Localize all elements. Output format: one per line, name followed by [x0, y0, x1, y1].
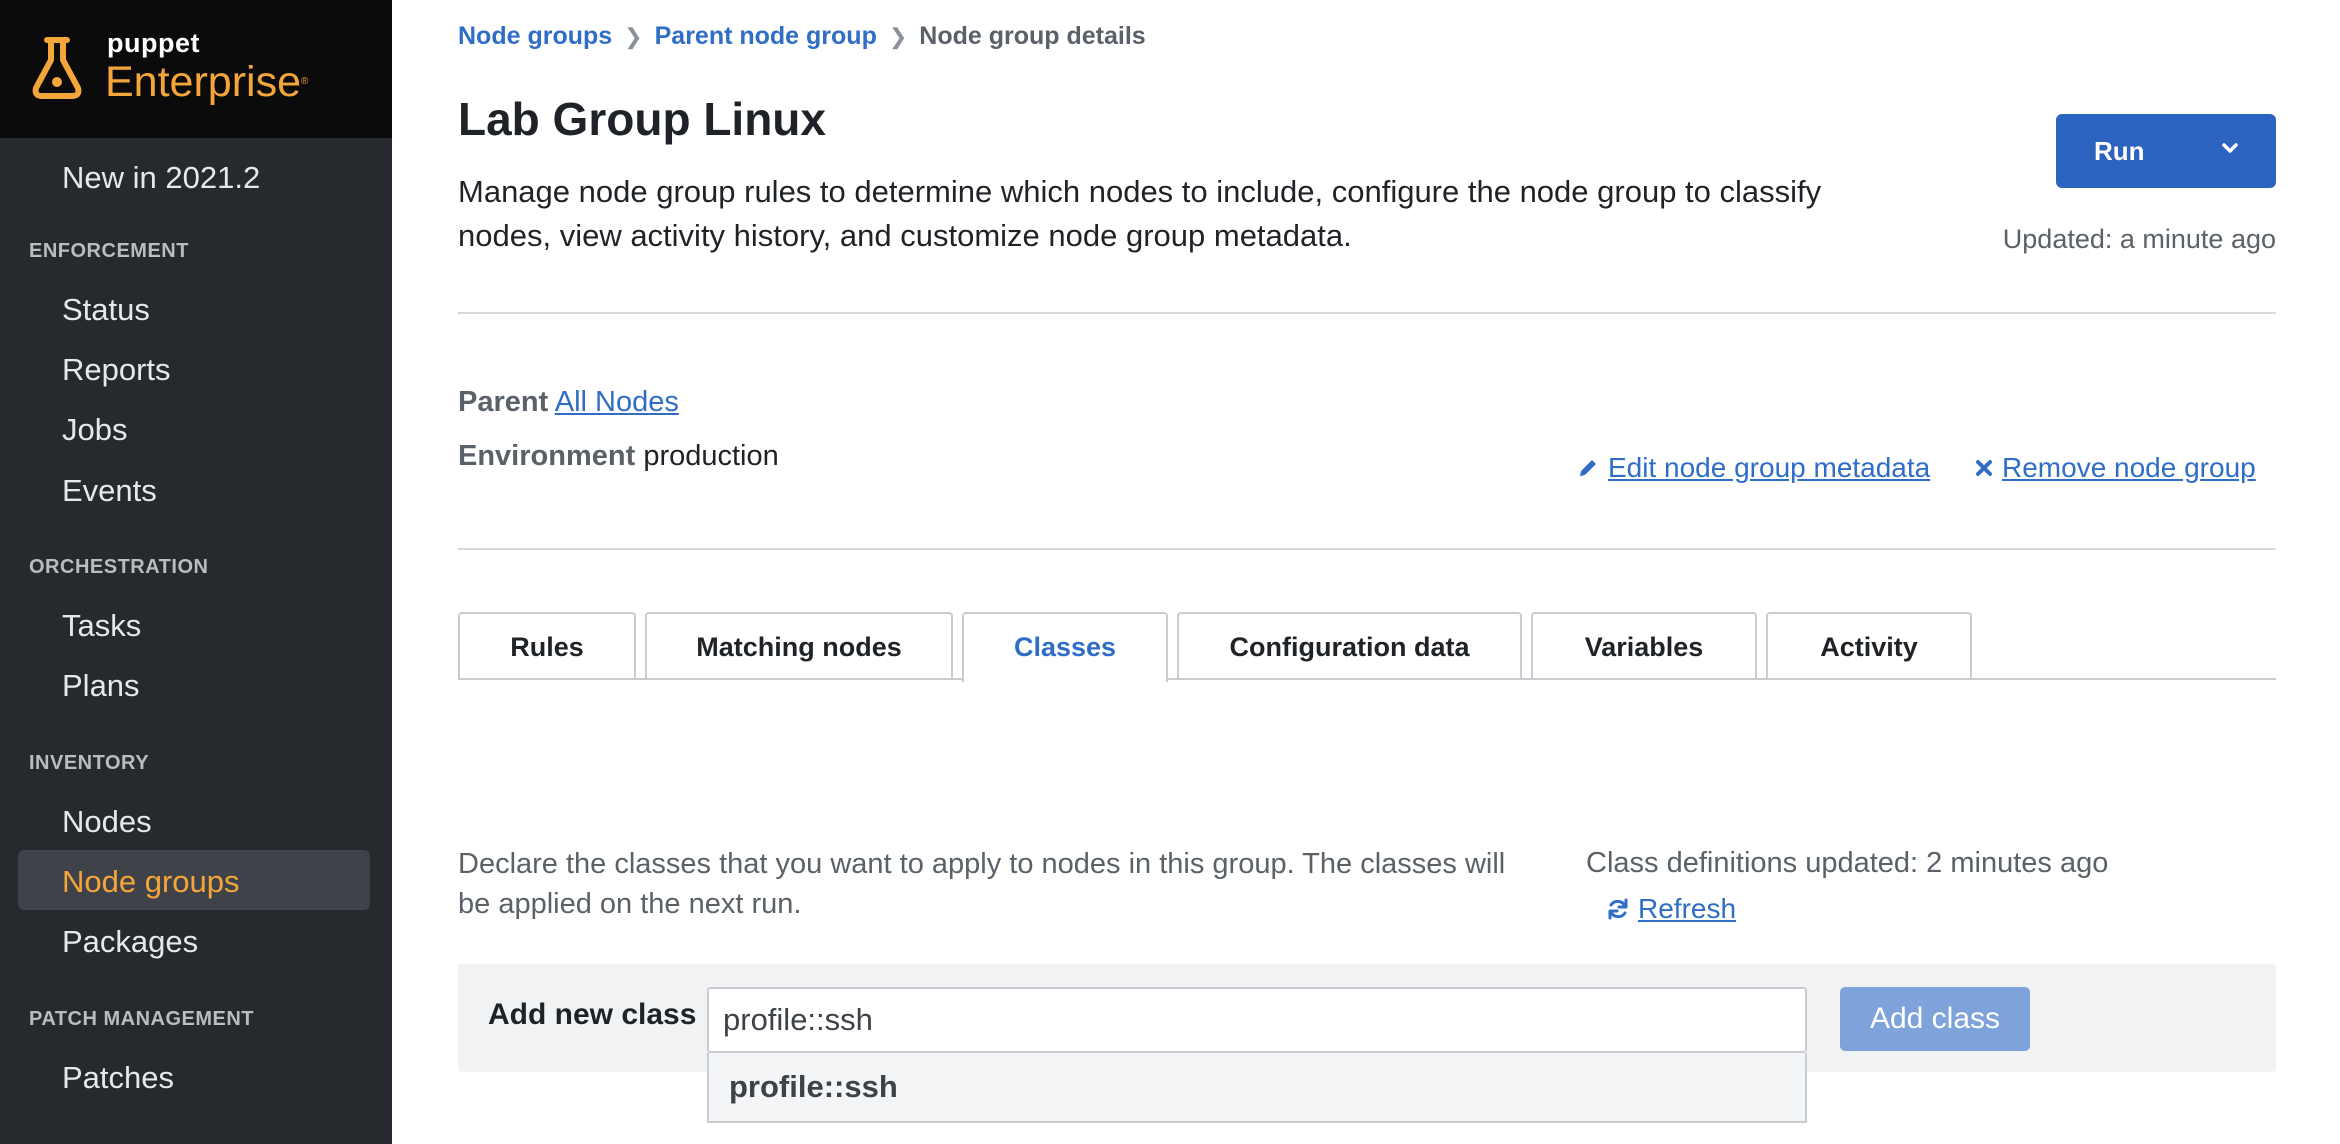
logo-wordmark-large: Enterprise®	[105, 58, 309, 106]
updated-timestamp: Updated: a minute ago	[2002, 224, 2276, 254]
nav-section-enforcement: ENFORCEMENT	[29, 240, 189, 262]
parent-link[interactable]: All Nodes	[555, 386, 679, 418]
nav-item-jobs[interactable]: Jobs	[62, 412, 127, 448]
add-class-label: Add new class	[488, 998, 697, 1031]
nav-item-node-groups[interactable]: Node groups	[62, 864, 240, 900]
nav-item-plans[interactable]: Plans	[62, 668, 140, 704]
chevron-right-icon: ❯	[624, 24, 643, 49]
tab-variables[interactable]: Variables	[1531, 612, 1757, 678]
breadcrumb-current: Node group details	[919, 22, 1146, 50]
refresh-label: Refresh	[1638, 893, 1737, 924]
nav-item-tasks[interactable]: Tasks	[62, 608, 141, 644]
remove-node-group-link[interactable]: Remove node group	[1974, 452, 2256, 484]
sidebar: puppet Enterprise® New in 2021.2 ENFORCE…	[0, 0, 392, 1144]
add-class-button[interactable]: Add class	[1840, 987, 2030, 1051]
refresh-icon	[1608, 898, 1628, 920]
refresh-link[interactable]: Refresh	[1606, 893, 1736, 925]
nav-section-orchestration: ORCHESTRATION	[29, 556, 209, 578]
run-button[interactable]: Run	[2056, 114, 2276, 188]
class-name-input[interactable]	[707, 987, 1807, 1053]
divider	[458, 312, 2276, 314]
nav-new-in-release[interactable]: New in 2021.2	[62, 160, 260, 196]
nav-item-nodes[interactable]: Nodes	[62, 804, 152, 840]
tab-matching-nodes[interactable]: Matching nodes	[645, 612, 953, 678]
breadcrumb: Node groups ❯ Parent node group ❯ Node group…	[458, 22, 1146, 51]
edit-metadata-label: Edit node group metadata	[1608, 452, 1931, 483]
breadcrumb-parent-node-group[interactable]: Parent node group	[655, 22, 877, 50]
chevron-right-icon: ❯	[888, 24, 908, 49]
parent-label: Parent	[458, 386, 549, 418]
pencil-icon	[1580, 459, 1596, 476]
flask-icon	[32, 37, 82, 99]
run-button-label: Run	[2094, 136, 2145, 166]
environment-label: Environment	[458, 440, 636, 472]
page-description: Manage node group rules to determine whi…	[458, 174, 1822, 253]
environment-value: production	[643, 440, 779, 472]
tab-activity[interactable]: Activity	[1766, 612, 1972, 678]
close-icon	[1976, 459, 1992, 476]
class-suggestion-dropdown: profile::ssh	[707, 1053, 1807, 1123]
class-definitions-updated: Class definitions updated: 2 minutes ago	[1586, 847, 2109, 879]
class-suggestion-item[interactable]: profile::ssh	[729, 1069, 898, 1105]
tab-configuration-data[interactable]: Configuration data	[1177, 612, 1522, 678]
nav-item-packages[interactable]: Packages	[62, 924, 198, 960]
nav-item-events[interactable]: Events	[62, 473, 157, 509]
nav-item-reports[interactable]: Reports	[62, 352, 171, 388]
remove-node-group-label: Remove node group	[2002, 452, 2256, 483]
classes-description: Declare the classes that you want to app…	[458, 848, 1506, 920]
breadcrumb-node-groups[interactable]: Node groups	[458, 22, 612, 50]
chevron-down-icon[interactable]	[2216, 134, 2244, 162]
parent-row: Parent All Nodes	[458, 386, 679, 419]
page-title: Lab Group Linux	[458, 93, 826, 145]
nav-item-patches[interactable]: Patches	[62, 1060, 174, 1096]
logo-wordmark-small: puppet	[107, 28, 200, 58]
edit-metadata-link[interactable]: Edit node group metadata	[1576, 452, 1930, 484]
nav-section-patch-management: PATCH MANAGEMENT	[29, 1008, 255, 1030]
nav-item-status[interactable]: Status	[62, 292, 150, 328]
tab-classes[interactable]: Classes	[962, 612, 1168, 682]
logo[interactable]: puppet Enterprise®	[0, 0, 392, 138]
tab-rules[interactable]: Rules	[458, 612, 636, 678]
nav-section-inventory: INVENTORY	[29, 752, 150, 774]
environment-row: Environment production	[458, 440, 779, 473]
divider	[458, 548, 2276, 550]
